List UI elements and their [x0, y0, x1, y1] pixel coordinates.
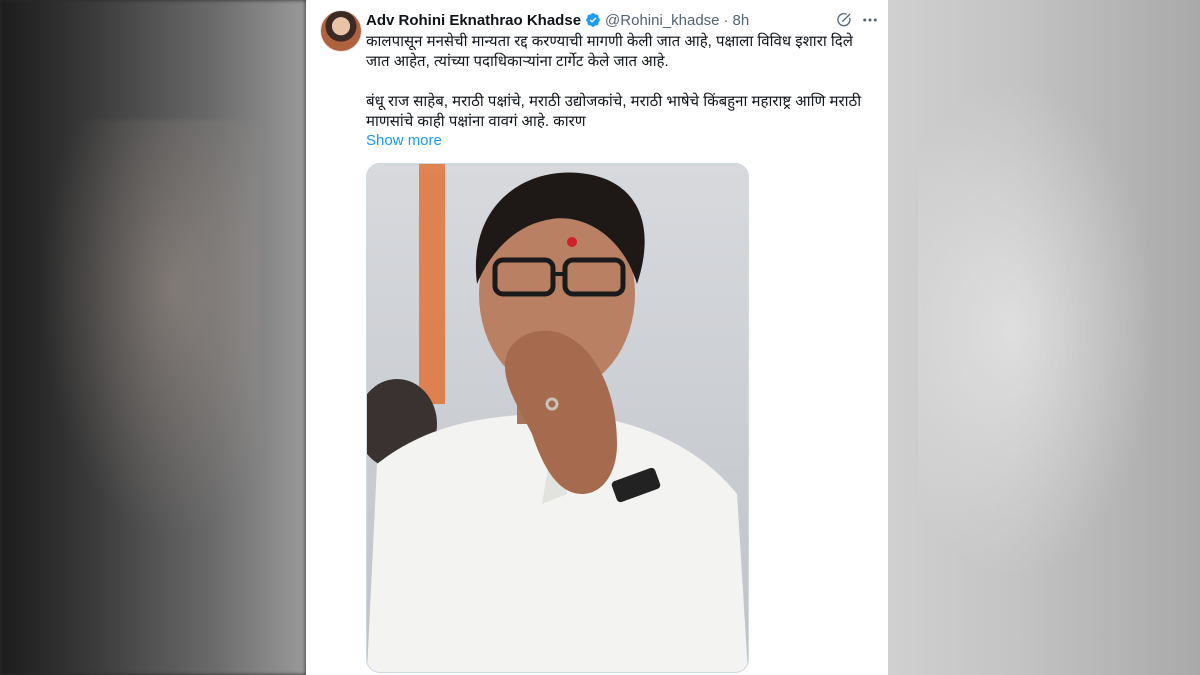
tweet-card[interactable]: Adv Rohini Eknathrao Khadse @Rohini_khad… — [306, 0, 888, 675]
tweet-photo[interactable] — [366, 163, 749, 673]
separator-dot: · — [723, 11, 729, 29]
tweet-header: Adv Rohini Eknathrao Khadse @Rohini_khad… — [366, 10, 749, 30]
show-more-link[interactable]: Show more — [366, 132, 442, 149]
verified-badge-icon — [585, 12, 601, 28]
background-right — [888, 0, 1200, 675]
author-handle[interactable]: @Rohini_khadse — [605, 12, 719, 29]
more-icon[interactable] — [860, 10, 880, 30]
background-left — [0, 0, 306, 675]
grok-icon[interactable] — [834, 10, 854, 30]
tweet-text: कालपासून मनसेची मान्यता रद्द करण्याची मा… — [366, 33, 862, 130]
author-avatar[interactable] — [320, 10, 362, 52]
author-name[interactable]: Adv Rohini Eknathrao Khadse — [366, 12, 581, 29]
timestamp[interactable]: 8h — [733, 12, 750, 29]
